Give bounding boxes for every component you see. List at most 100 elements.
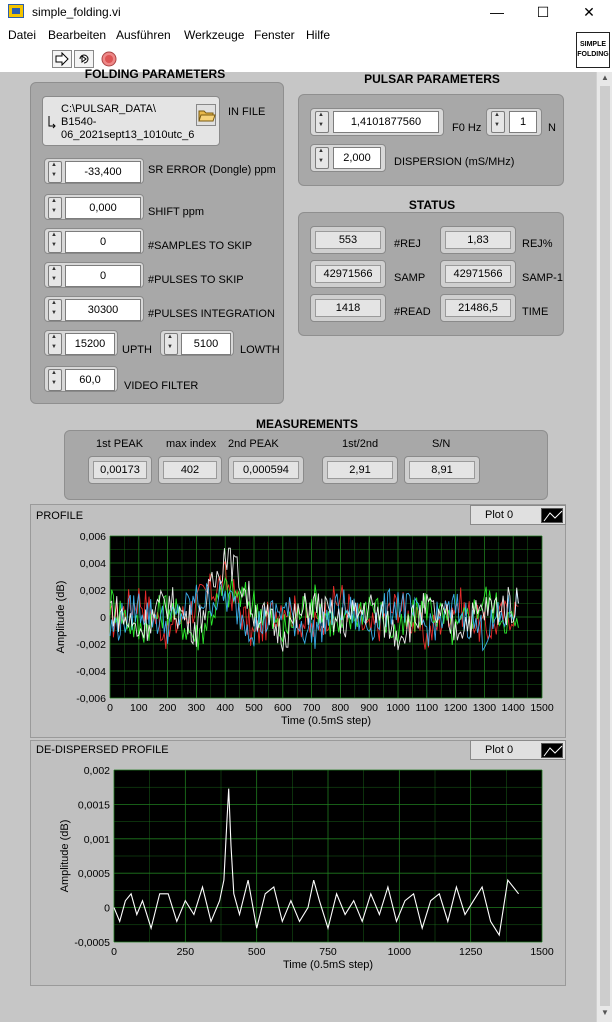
samples-skip-value[interactable]: 0 bbox=[65, 231, 141, 253]
abort-button[interactable] bbox=[98, 50, 118, 68]
pulses-skip-value[interactable]: 0 bbox=[65, 265, 141, 287]
lowth-value[interactable]: 5100 bbox=[181, 333, 231, 355]
shift-value[interactable]: 0,000 bbox=[65, 197, 141, 219]
measurements-title: MEASUREMENTS bbox=[255, 417, 358, 431]
scroll-thumb[interactable] bbox=[600, 86, 610, 1006]
dispersion-spinner[interactable] bbox=[315, 147, 329, 169]
read-label: #READ bbox=[394, 306, 431, 318]
upth-control[interactable]: 15200 bbox=[44, 330, 118, 356]
profile-graph-title: PROFILE bbox=[36, 510, 84, 522]
sr-error-value[interactable]: -33,400 bbox=[65, 161, 141, 183]
menu-bearbeiten[interactable]: Bearbeiten bbox=[48, 28, 106, 42]
browse-folder-button[interactable] bbox=[196, 104, 216, 126]
menu-fenster[interactable]: Fenster bbox=[254, 28, 295, 42]
samples-skip-control[interactable]: 0 bbox=[44, 228, 144, 254]
upth-spinner[interactable] bbox=[48, 333, 62, 355]
x-tick-label: 400 bbox=[216, 702, 234, 714]
ratio-indicator: 2,91 bbox=[322, 456, 398, 484]
video-filter-spinner[interactable] bbox=[48, 369, 62, 391]
maximize-button[interactable]: ☐ bbox=[520, 0, 566, 24]
x-tick-label: 1300 bbox=[473, 702, 497, 714]
samp1-indicator: 42971566 bbox=[440, 260, 516, 288]
menu-ausfuehren[interactable]: Ausführen bbox=[116, 28, 171, 42]
pulses-integration-spinner[interactable] bbox=[48, 299, 62, 321]
folder-open-icon bbox=[198, 110, 216, 122]
samples-skip-spinner[interactable] bbox=[48, 231, 62, 253]
video-filter-value[interactable]: 60,0 bbox=[65, 369, 115, 391]
y-axis-label: Amplitude (dB) bbox=[59, 820, 71, 893]
close-button[interactable]: ✕ bbox=[566, 0, 612, 24]
lowth-spinner[interactable] bbox=[164, 333, 178, 355]
y-tick-label: -0,006 bbox=[76, 693, 106, 705]
video-filter-control[interactable]: 60,0 bbox=[44, 366, 118, 392]
menu-datei[interactable]: Datei bbox=[8, 28, 36, 42]
n-value[interactable]: 1 bbox=[509, 111, 537, 133]
dispersion-control[interactable]: 2,000 bbox=[310, 144, 386, 172]
sr-error-control[interactable]: -33,400 bbox=[44, 158, 144, 184]
ratio-value: 2,91 bbox=[327, 461, 393, 479]
x-tick-label: 1000 bbox=[386, 702, 410, 714]
pulses-skip-control[interactable]: 0 bbox=[44, 262, 144, 288]
minimize-button[interactable]: — bbox=[474, 0, 520, 24]
lowth-control[interactable]: 5100 bbox=[160, 330, 234, 356]
in-file-path-control[interactable]: C:\PULSAR_DATA\ B1540- 06_2021sept13_101… bbox=[42, 96, 220, 146]
profile-plot-legend[interactable]: Plot 0 bbox=[470, 505, 566, 525]
pulsar-parameters-title: PULSAR PARAMETERS bbox=[364, 72, 500, 86]
profile-legend-label: Plot 0 bbox=[485, 509, 514, 521]
window-title: simple_folding.vi bbox=[32, 5, 121, 19]
scroll-down-arrow-icon[interactable]: ▼ bbox=[599, 1008, 611, 1020]
dedispersed-plot-legend[interactable]: Plot 0 bbox=[470, 740, 566, 760]
upth-value[interactable]: 15200 bbox=[65, 333, 115, 355]
rej-indicator: 553 bbox=[310, 226, 386, 254]
status-title: STATUS bbox=[408, 198, 456, 212]
scroll-up-arrow-icon[interactable]: ▲ bbox=[599, 73, 611, 85]
n-control[interactable]: 1 bbox=[486, 108, 542, 136]
samples-skip-label: #SAMPLES TO SKIP bbox=[148, 240, 253, 252]
x-tick-label: 1250 bbox=[459, 946, 483, 958]
dedispersed-legend-label: Plot 0 bbox=[485, 744, 514, 756]
rej-pct-value: 1,83 bbox=[445, 231, 511, 249]
dedispersed-graph-title: DE-DISPERSED PROFILE bbox=[36, 744, 169, 756]
time-indicator: 21486,5 bbox=[440, 294, 516, 322]
vertical-scrollbar[interactable]: ▲ ▼ bbox=[596, 72, 612, 1022]
menu-bar: Datei Bearbeiten Ausführen Werkzeuge Fen… bbox=[0, 24, 612, 46]
n-spinner[interactable] bbox=[491, 111, 505, 133]
shift-control[interactable]: 0,000 bbox=[44, 194, 144, 220]
x-tick-label: 800 bbox=[332, 702, 350, 714]
logo-line1: SIMPLE bbox=[579, 41, 607, 48]
y-tick-label: 0,0005 bbox=[78, 868, 110, 880]
in-file-path-text: C:\PULSAR_DATA\ B1540- 06_2021sept13_101… bbox=[61, 103, 194, 142]
dispersion-value[interactable]: 2,000 bbox=[333, 147, 381, 169]
x-tick-label: 200 bbox=[159, 702, 177, 714]
menu-werkzeuge[interactable]: Werkzeuge bbox=[184, 28, 244, 42]
f0-label: F0 Hz bbox=[452, 122, 482, 134]
pulses-skip-spinner[interactable] bbox=[48, 265, 62, 287]
sr-error-spinner[interactable] bbox=[48, 161, 62, 183]
title-bar: simple_folding.vi — ☐ ✕ bbox=[0, 0, 612, 24]
run-button[interactable] bbox=[52, 50, 72, 68]
upth-label: UPTH bbox=[122, 344, 152, 356]
menu-hilfe[interactable]: Hilfe bbox=[306, 28, 330, 42]
run-arrow-icon bbox=[55, 52, 69, 66]
x-tick-label: 0 bbox=[107, 702, 113, 714]
samp-value: 42971566 bbox=[315, 265, 381, 283]
run-continuously-button[interactable] bbox=[74, 50, 94, 68]
samp-indicator: 42971566 bbox=[310, 260, 386, 288]
pulses-integration-value[interactable]: 30300 bbox=[65, 299, 141, 321]
x-tick-label: 700 bbox=[303, 702, 321, 714]
x-tick-label: 500 bbox=[245, 702, 263, 714]
f0-spinner[interactable] bbox=[315, 111, 329, 133]
pulses-integration-control[interactable]: 30300 bbox=[44, 296, 144, 322]
x-tick-label: 750 bbox=[319, 946, 337, 958]
in-file-path-line: C:\PULSAR_DATA\ bbox=[61, 103, 156, 115]
n-label: N bbox=[548, 122, 556, 134]
in-file-path-line: B1540- bbox=[61, 116, 97, 128]
shift-spinner[interactable] bbox=[48, 197, 62, 219]
y-tick-label: 0,002 bbox=[84, 765, 110, 777]
f0-value[interactable]: 1,4101877560 bbox=[333, 111, 439, 133]
y-tick-label: 0,001 bbox=[84, 834, 110, 846]
pulses-integration-label: #PULSES INTEGRATION bbox=[148, 308, 275, 320]
ratio-label: 1st/2nd bbox=[342, 438, 379, 450]
samp-label: SAMP bbox=[394, 272, 426, 284]
f0-control[interactable]: 1,4101877560 bbox=[310, 108, 444, 136]
